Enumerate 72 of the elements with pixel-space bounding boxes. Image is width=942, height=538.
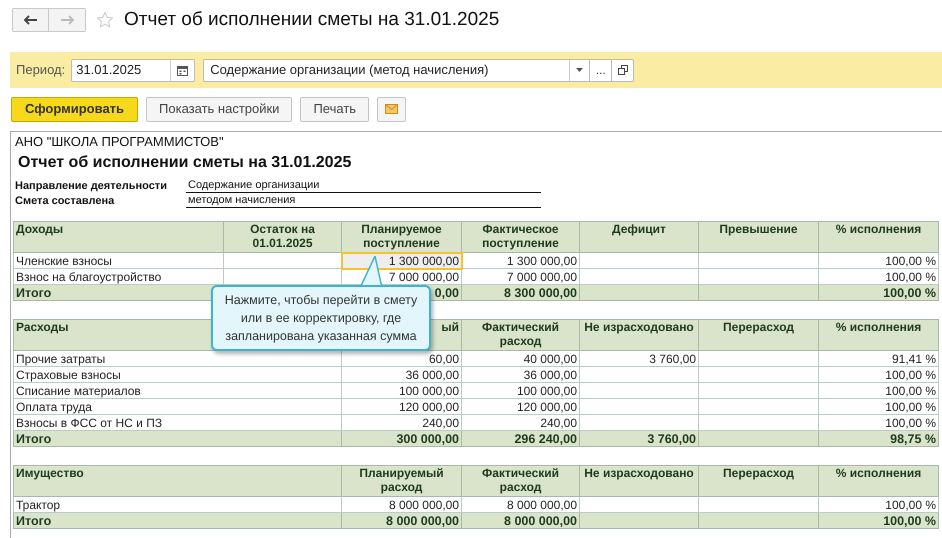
column-header: Превышение [698, 222, 818, 252]
generate-button[interactable]: Сформировать [11, 96, 138, 122]
windows-icon [618, 65, 628, 75]
table-cell: 100 000,00 [462, 382, 580, 398]
table-cell: 36 000,00 [462, 366, 580, 382]
column-header: Имущество [14, 466, 342, 496]
column-header: Фактический расход [462, 466, 580, 496]
organization-name: АНО "ШКОЛА ПРОГРАММИСТОВ" [14, 133, 225, 150]
column-header: Планируемый расход [342, 466, 462, 496]
table-cell: 100,00 % [818, 398, 939, 414]
table-cell: 296 240,00 [462, 430, 580, 446]
column-header: Дефицит [580, 222, 698, 252]
param-label: Направление деятельности [14, 180, 168, 193]
column-header: Фактический расход [462, 320, 580, 350]
column-header: Перерасход [698, 320, 819, 350]
window-title: Отчет об исполнении сметы на 31.01.2025 [124, 8, 500, 32]
table-cell: 91,41 % [818, 350, 939, 366]
param-value: методом начисления [186, 194, 541, 208]
dropdown-icon [576, 68, 584, 72]
column-header: Фактическое поступление [462, 222, 580, 252]
table-cell: 8 000 000,00 [342, 512, 462, 528]
mail-button[interactable] [377, 96, 406, 122]
envelope-icon [385, 104, 398, 114]
table-cell: 100,00 % [818, 284, 938, 300]
more-button[interactable]: ... [590, 58, 612, 82]
column-header: Не израсходовано [580, 466, 699, 496]
calendar-icon[interactable] [177, 64, 188, 76]
table-cell: 120 000,00 [462, 398, 580, 414]
row-label: Членские взносы [14, 252, 224, 268]
table-cell: 8 000 000,00 [462, 512, 580, 528]
row-label: Итого [14, 512, 342, 528]
action-button[interactable]: Печать [300, 96, 370, 122]
column-header: % исполнения [818, 466, 939, 496]
tooltip: Нажмите, чтобы перейти в смету или в ее корректировку, где запланирована указанная сумма [211, 285, 431, 351]
column-header: Не израсходовано [580, 320, 699, 350]
star-icon[interactable] [96, 11, 114, 29]
column-header: Планируемое поступление [342, 222, 462, 252]
table-cell: 3 760,00 [580, 350, 699, 366]
back-button[interactable] [13, 9, 49, 31]
action-button[interactable]: Показать настройки [146, 96, 292, 122]
column-header: Остаток на 01.01.2025 [224, 222, 342, 252]
table-cell: 100,00 % [818, 366, 939, 382]
row-label: Страховые взносы [14, 366, 342, 382]
table-cell: 100,00 % [818, 382, 939, 398]
date-field[interactable]: 31.01.2025 [71, 58, 196, 82]
table-cell: 1 300 000,00 [462, 252, 580, 268]
table-cell: 120 000,00 [342, 398, 462, 414]
table-cell: 1 300 000,00 [342, 252, 462, 268]
table-cell: 3 760,00 [580, 430, 699, 446]
arrow-left-icon [24, 15, 38, 25]
row-label: Оплата труда [14, 398, 342, 414]
row-label: Списание материалов [14, 382, 342, 398]
table-cell: 100,00 % [818, 252, 938, 268]
row-label: Итого [14, 430, 342, 446]
report-title: Отчет об исполнении сметы на 31.01.2025 [17, 153, 352, 173]
period-label: Период: [16, 61, 66, 80]
arrow-right-icon [60, 15, 74, 25]
table-cell: 8 300 000,00 [462, 284, 580, 300]
table-cell: 100,00 % [818, 512, 939, 528]
table-cell: 100 000,00 [342, 382, 462, 398]
open-button[interactable] [612, 58, 634, 82]
column-header: Доходы [14, 222, 224, 252]
estimate-select[interactable]: Содержание организации (метод начисления) [203, 58, 590, 82]
param-label: Смета составлена [14, 195, 116, 208]
column-header: % исполнения [818, 320, 939, 350]
column-header: % исполнения [818, 222, 938, 252]
table-cell: 98,75 % [818, 430, 939, 446]
column-header: Перерасход [698, 466, 819, 496]
table-cell: 40 000,00 [462, 350, 580, 366]
table-cell: 300 000,00 [342, 430, 462, 446]
table-cell: 36 000,00 [342, 366, 462, 382]
param-value: Содержание организации [186, 179, 541, 193]
